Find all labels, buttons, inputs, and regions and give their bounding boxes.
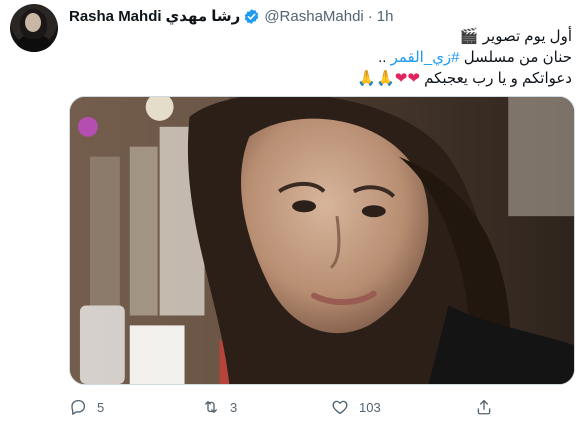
tweet-timestamp[interactable]: 1h <box>377 8 394 25</box>
retweet-count: 3 <box>230 399 238 415</box>
selfie-photo-image <box>70 97 574 384</box>
tweet-header: Rasha Mahdi رشا مهدي @RashaMahdi · 1h <box>69 6 393 26</box>
avatar-face <box>25 13 41 32</box>
author-avatar[interactable] <box>10 4 58 52</box>
heart-icon <box>332 400 348 415</box>
retweet-button[interactable]: 3 <box>202 398 237 416</box>
reply-count: 5 <box>97 399 105 415</box>
like-count: 103 <box>359 399 381 415</box>
pray-emoji: 🙏🙏 <box>357 69 395 87</box>
reply-button[interactable]: 5 <box>69 398 104 416</box>
retweet-icon <box>205 401 217 413</box>
like-button[interactable]: 103 <box>331 398 381 416</box>
line3-text: دعواتكم و يا رب يعجبكم <box>419 70 572 87</box>
author-name[interactable]: Rasha Mahdi <box>69 8 162 25</box>
tweet-line-2: حنان من مسلسل #زي_القمر .. <box>72 47 572 68</box>
tweet-actions: 5 3 103 <box>69 398 499 420</box>
author-name-arabic[interactable]: رشا مهدي <box>166 7 241 25</box>
tweet-photo[interactable] <box>69 96 575 385</box>
separator-dot: · <box>367 7 373 25</box>
reply-icon <box>71 399 86 415</box>
verified-badge-icon <box>245 8 259 24</box>
heart-emoji: ❤❤ <box>394 69 420 87</box>
share-button[interactable] <box>475 398 493 416</box>
tweet-line-3: دعواتكم و يا رب يعجبكم ❤❤🙏🙏 <box>72 68 572 89</box>
hashtag-link[interactable]: #زي_القمر <box>391 49 460 66</box>
author-handle[interactable]: @RashaMahdi <box>264 8 363 25</box>
line2-prefix: حنان من مسلسل <box>459 49 572 66</box>
tweet-line-1: أول يوم تصوير 🎬 <box>459 28 572 45</box>
tweet-text: أول يوم تصوير 🎬 حنان من مسلسل #زي_القمر … <box>72 26 572 89</box>
line2-suffix: .. <box>378 49 391 66</box>
share-icon <box>477 399 491 415</box>
